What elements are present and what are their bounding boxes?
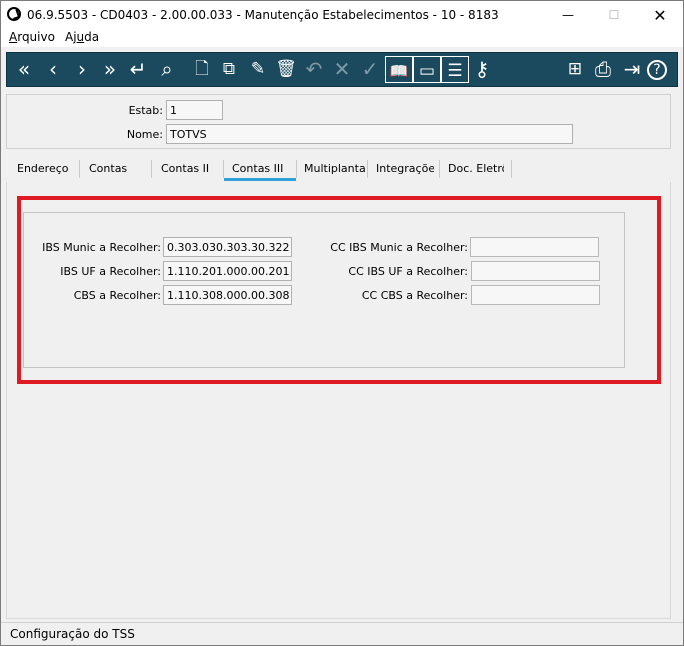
status-text: Configuração do TSS — [10, 627, 135, 641]
nome-field[interactable]: TOTVS — [166, 124, 573, 144]
window-title: 06.9.5503 - CD0403 - 2.00.00.033 - Manut… — [27, 8, 499, 22]
tab-integracoes[interactable]: Integrações — [376, 162, 434, 175]
estab-field[interactable]: 1 — [166, 100, 223, 120]
tab-endereco[interactable]: Endereço — [17, 162, 69, 175]
tab-separator — [511, 160, 512, 178]
minimize-button[interactable]: — — [545, 1, 591, 29]
print-icon[interactable]: ⎙ — [590, 55, 616, 84]
estab-label: Estab: — [128, 104, 163, 117]
cbs-field[interactable]: 1.110.308.000.00.308 — [163, 285, 292, 305]
tab-bar: Endereço Contas Contas II Contas III Mul… — [6, 158, 671, 182]
tab-separator — [223, 160, 224, 178]
last-record-icon[interactable]: » — [97, 55, 123, 84]
delete-record-icon[interactable]: 🗑 — [273, 55, 299, 84]
menu-ajuda[interactable]: Ajuda — [65, 30, 99, 44]
tab-contas-ii[interactable]: Contas II — [161, 162, 209, 175]
maximize-button[interactable]: ☐ — [591, 1, 637, 29]
close-button[interactable]: ✕ — [637, 1, 683, 29]
key-icon[interactable]: ⚷ — [469, 55, 495, 84]
title-bar: 06.9.5503 - CD0403 - 2.00.00.033 - Manut… — [1, 1, 683, 29]
cbs-label: CBS a Recolher: — [73, 289, 161, 302]
first-record-icon[interactable]: « — [11, 55, 37, 84]
exit-icon[interactable]: ⇥ — [619, 55, 645, 84]
next-record-icon[interactable]: › — [69, 55, 95, 84]
ibs-uf-label: IBS UF a Recolher: — [60, 265, 161, 278]
ibs-munic-field[interactable]: 0.303.030.303.30.322 — [163, 237, 292, 257]
search-icon[interactable]: ⌕ — [154, 55, 180, 84]
cc-ibs-uf-label: CC IBS UF a Recolher: — [348, 265, 468, 278]
help-icon[interactable]: ? — [647, 60, 667, 80]
save-icon[interactable]: ✓ — [357, 55, 383, 84]
cc-cbs-field[interactable] — [471, 285, 600, 305]
tab-doc-eletronico[interactable]: Doc. Eletrô — [448, 162, 504, 175]
edit-record-icon[interactable]: ✎ — [245, 55, 271, 84]
tab-separator — [296, 160, 297, 178]
tab-separator — [439, 160, 440, 178]
nome-label: Nome: — [126, 128, 163, 141]
tab-contas-iii[interactable]: Contas III — [232, 162, 283, 175]
cast-icon[interactable]: ▭ — [413, 56, 441, 83]
tree-structure-icon[interactable]: ⊞ — [562, 55, 588, 84]
new-record-icon[interactable]: 🗋 — [189, 55, 215, 84]
previous-record-icon[interactable]: ‹ — [40, 55, 66, 84]
menu-arquivo[interactable]: Arquivo — [9, 30, 55, 44]
active-tab-indicator — [224, 178, 296, 181]
book-icon[interactable]: 📖 — [385, 56, 413, 83]
cc-ibs-munic-label: CC IBS Munic a Recolher: — [330, 241, 468, 254]
copy-record-icon[interactable]: ⧉ — [216, 55, 242, 84]
application-window: 06.9.5503 - CD0403 - 2.00.00.033 - Manut… — [0, 0, 684, 646]
toolbar: « ‹ › » ↵ ⌕ 🗋 ⧉ ✎ 🗑 ↶ ✕ ✓ 📖 ▭ ☰ ⚷ ⊞ ⎙ ⇥ … — [6, 52, 678, 87]
app-logo-icon — [7, 7, 21, 21]
cc-ibs-munic-field[interactable] — [470, 237, 599, 257]
undo-icon[interactable]: ↶ — [301, 55, 327, 84]
cancel-icon[interactable]: ✕ — [329, 55, 355, 84]
tab-separator — [151, 160, 152, 178]
goto-record-icon[interactable]: ↵ — [125, 55, 151, 84]
tab-multiplanta[interactable]: Multiplanta — [304, 162, 366, 175]
menu-bar: Arquivo Ajuda — [1, 29, 683, 47]
tab-separator — [367, 160, 368, 178]
settings-sliders-icon[interactable]: ☰ — [441, 56, 469, 83]
status-bar: Configuração do TSS — [1, 622, 683, 645]
cc-cbs-label: CC CBS a Recolher: — [361, 289, 468, 302]
tab-contas[interactable]: Contas — [89, 162, 127, 175]
cc-ibs-uf-field[interactable] — [471, 261, 600, 281]
tab-separator — [79, 160, 80, 178]
ibs-munic-label: IBS Munic a Recolher: — [42, 241, 161, 254]
ibs-uf-field[interactable]: 1.110.201.000.00.201 — [163, 261, 292, 281]
